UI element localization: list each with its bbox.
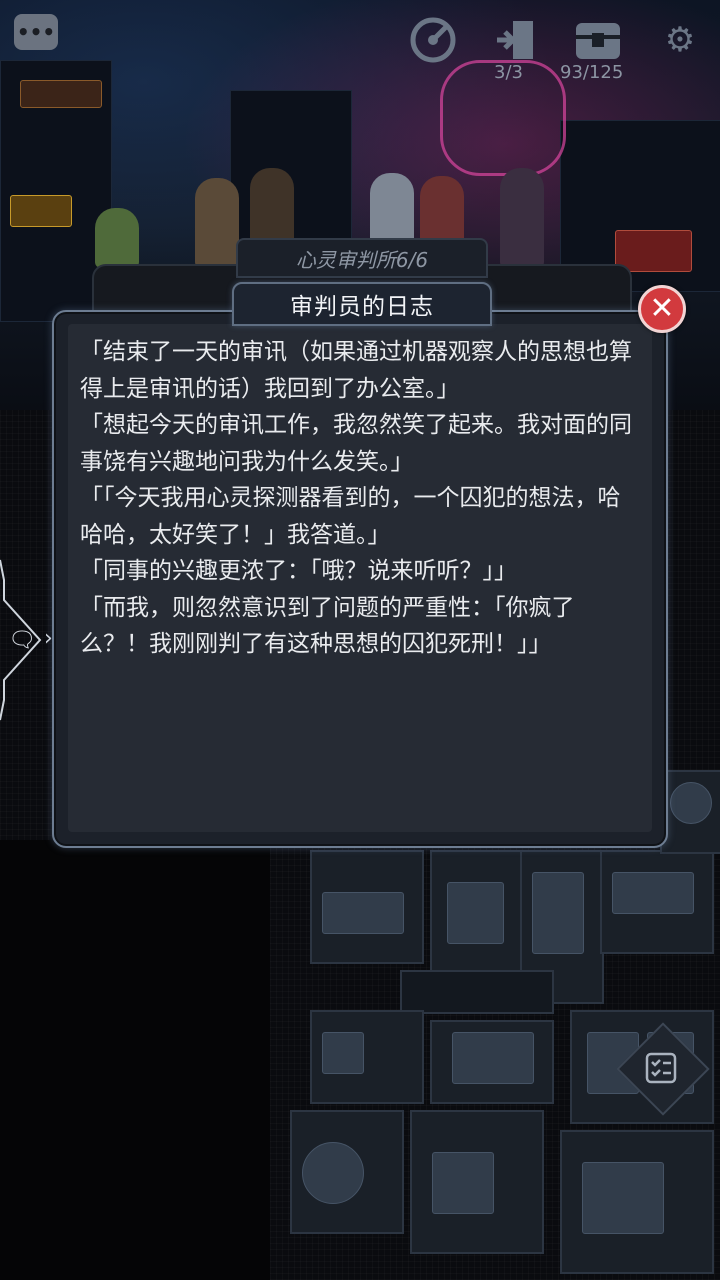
log-text: 「结束了一天的审讯（如果通过机器观察人的思想也算得上是审讯的话）我回到了办公室。…: [80, 334, 640, 663]
door-count: 3/3: [494, 62, 523, 83]
log-paragraph: 「同事的兴趣更浓了：「哦？说来听听？」」: [80, 558, 517, 584]
unexplored-area: [0, 840, 270, 1280]
log-paragraph: 「想起今天的审讯工作，我忽然笑了起来。我对面的同事饶有兴趣地问我为什么发笑。」: [80, 412, 632, 475]
radar-icon[interactable]: [405, 12, 461, 68]
door-exit-icon[interactable]: [488, 12, 544, 68]
log-paragraph: 「「今天我用心灵探测器看到的，一个囚犯的想法，哈哈哈，太好笑了！」我答道。」: [80, 485, 621, 548]
dialog-title: 审判员的日志: [232, 282, 492, 326]
chest-icon[interactable]: [570, 12, 626, 68]
log-paragraph: 「结束了一天的审讯（如果通过机器观察人的思想也算得上是审讯的话）我回到了办公室。…: [80, 339, 632, 402]
checklist-icon[interactable]: [643, 1050, 679, 1086]
dungeon-progress-tab: 心灵审判所6/6: [236, 238, 488, 278]
chest-count: 93/125: [560, 62, 624, 83]
gear-icon[interactable]: ⚙: [652, 12, 708, 68]
close-button[interactable]: ✕: [638, 285, 686, 333]
chat-log-icon: 🗨: [8, 628, 36, 653]
chat-bubble-icon[interactable]: •••: [14, 14, 58, 50]
log-paragraph: 「而我，则忽然意识到了问题的严重性：「你疯了么？！我刚刚判了有这种思想的囚犯死刑…: [80, 594, 575, 658]
